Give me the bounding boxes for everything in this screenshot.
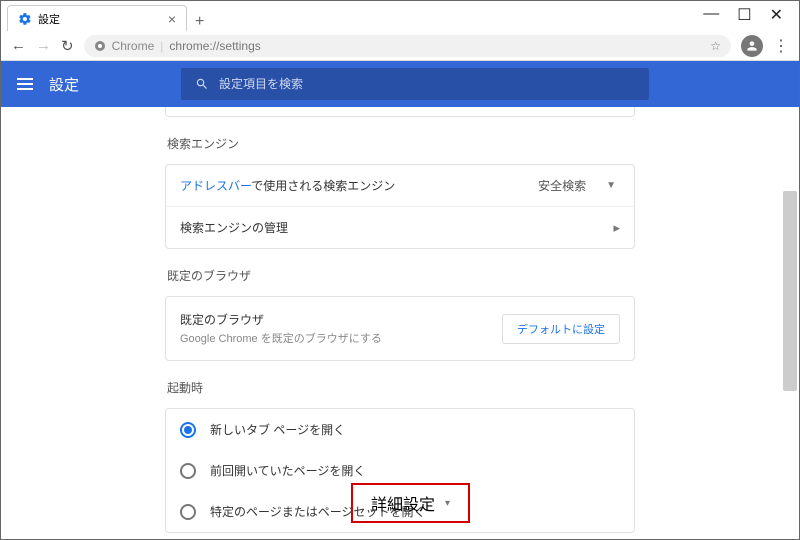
manage-engines-row[interactable]: 検索エンジンの管理 ▸ <box>166 206 634 248</box>
browser-tab[interactable]: 設定 × <box>7 5 187 31</box>
search-icon <box>195 77 209 91</box>
forward-button[interactable]: → <box>36 37 51 54</box>
reload-button[interactable]: ↻ <box>61 37 74 55</box>
section-heading-startup: 起動時 <box>167 379 635 396</box>
maximize-button[interactable]: ☐ <box>737 5 751 25</box>
radio-unchecked-icon <box>180 463 196 479</box>
address-bar: ← → ↻ Chrome | chrome://settings ☆ ⋮ <box>1 31 799 61</box>
addressbar-link[interactable]: アドレスバー <box>180 179 251 193</box>
default-browser-title: 既定のブラウザ <box>180 311 382 328</box>
default-browser-subtitle: Google Chrome を既定のブラウザにする <box>180 330 382 346</box>
menu-button[interactable]: ⋮ <box>773 36 789 56</box>
person-icon <box>745 39 759 53</box>
url-input[interactable]: Chrome | chrome://settings ☆ <box>84 35 731 57</box>
address-bar-engine-row[interactable]: アドレスバーで使用される検索エンジン 安全検索 ▼ <box>166 165 634 206</box>
settings-header: 設定 <box>1 61 799 107</box>
radio-checked-icon <box>180 422 196 438</box>
bookmark-star-icon[interactable]: ☆ <box>710 39 721 53</box>
section-heading-default-browser: 既定のブラウザ <box>167 267 635 284</box>
tab-title: 設定 <box>38 11 60 27</box>
settings-content: 検索エンジン アドレスバーで使用される検索エンジン 安全検索 ▼ 検索エンジンの… <box>1 107 799 539</box>
page-title: 設定 <box>49 74 79 95</box>
url-path: chrome://settings <box>169 39 260 53</box>
back-button[interactable]: ← <box>11 37 26 54</box>
new-tab-button[interactable]: + <box>187 13 212 31</box>
set-default-button[interactable]: デフォルトに設定 <box>502 314 620 344</box>
chevron-down-icon: ▾ <box>445 498 450 509</box>
chrome-logo-icon <box>94 40 106 52</box>
default-browser-card: 既定のブラウザ Google Chrome を既定のブラウザにする デフォルトに… <box>165 296 635 361</box>
search-engine-card: アドレスバーで使用される検索エンジン 安全検索 ▼ 検索エンジンの管理 ▸ <box>165 164 635 249</box>
partial-card-top <box>165 107 635 117</box>
scrollbar-thumb[interactable] <box>783 191 797 391</box>
section-heading-search-engine: 検索エンジン <box>167 135 635 152</box>
radio-unchecked-icon <box>180 504 196 520</box>
hamburger-menu-icon[interactable] <box>17 78 33 90</box>
advanced-settings-button[interactable]: 詳細設定 ▾ <box>351 483 470 523</box>
close-tab-icon[interactable]: × <box>168 11 176 27</box>
engine-select[interactable]: 安全検索 ▼ <box>538 177 620 194</box>
settings-search-input[interactable] <box>219 77 635 91</box>
settings-search[interactable] <box>181 68 649 100</box>
close-window-button[interactable]: ✕ <box>770 5 783 25</box>
minimize-button[interactable]: — <box>703 5 719 25</box>
gear-icon <box>18 12 32 26</box>
chevron-down-icon: ▼ <box>606 180 616 191</box>
profile-avatar[interactable] <box>741 35 763 57</box>
window-titlebar: 設定 × + — ☐ ✕ <box>1 1 799 31</box>
startup-option-newtab[interactable]: 新しいタブ ページを開く <box>166 409 634 450</box>
chevron-right-icon: ▸ <box>613 220 620 236</box>
url-origin: Chrome <box>112 39 155 53</box>
